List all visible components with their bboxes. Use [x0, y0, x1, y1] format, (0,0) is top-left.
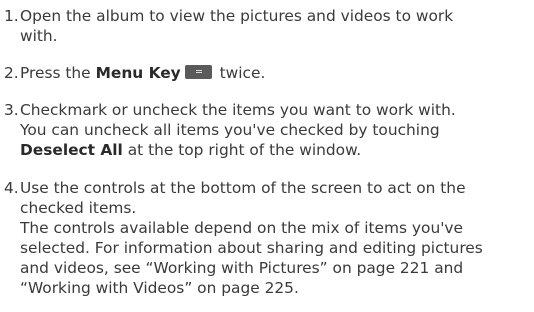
step-line: Use the controls at the bottom of the sc…: [20, 179, 466, 197]
menu-key-label: Menu Key: [95, 64, 181, 82]
step-number: 2.: [4, 64, 19, 82]
step-text: Checkmark or uncheck the items you want …: [20, 100, 534, 160]
menu-key-icon: [184, 65, 212, 79]
step-line: and videos, see “Working with Pictures” …: [20, 259, 464, 277]
step-text: Use the controls at the bottom of the sc…: [20, 178, 534, 298]
step-text-part: at the top right of the window.: [122, 141, 362, 159]
step-line: selected. For information about sharing …: [20, 239, 483, 257]
step-text: Press the Menu Key twice.: [20, 63, 534, 83]
step-line: Press the Menu Key twice.: [20, 63, 534, 83]
step-line: Deselect All at the top right of the win…: [20, 140, 534, 160]
step-number: 3.: [4, 101, 19, 119]
step-line: “Working with Videos” on page 225.: [20, 279, 299, 297]
step-number: 4.: [4, 179, 19, 197]
step-line: Open the album to view the pictures and …: [20, 7, 454, 25]
instruction-list: 1. Open the album to view the pictures a…: [0, 0, 534, 312]
step-line: The controls available depend on the mix…: [20, 219, 464, 237]
step-line: checked items.: [20, 199, 137, 217]
step-line: Checkmark or uncheck the items you want …: [20, 101, 456, 119]
step-number: 1.: [4, 7, 19, 25]
step-text-part: twice.: [214, 64, 266, 82]
step-line: You can uncheck all items you've checked…: [20, 121, 440, 139]
step-text-part: Press the: [20, 64, 96, 82]
deselect-all-label: Deselect All: [20, 141, 123, 159]
step-line: with.: [20, 27, 58, 45]
step-text: Open the album to view the pictures and …: [20, 6, 534, 46]
